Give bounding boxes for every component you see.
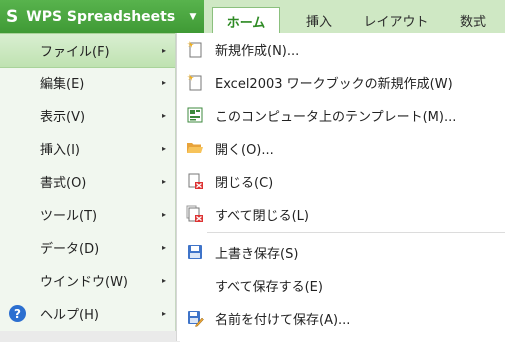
close-document-icon xyxy=(188,173,203,189)
menu-item-label: ウインドウ(W) xyxy=(40,275,128,290)
new-workbook-icon xyxy=(187,74,202,91)
submenu-arrow-icon: ▸ xyxy=(161,78,166,87)
menu-item-label: ヘルプ(H) xyxy=(40,308,99,323)
file-submenu: 新規作成(N)... Excel2003 ワークブックの新規作成(W) このコン… xyxy=(176,33,505,341)
submenu-arrow-icon: ▸ xyxy=(161,46,166,55)
menu-item-label: 書式(O) xyxy=(40,176,87,191)
menu-item-label: ファイル(F) xyxy=(40,45,110,60)
tab-insert[interactable]: 挿入 xyxy=(290,7,348,33)
title-bar: S WPS Spreadsheets ▼ ホーム 挿入 レイアウト 数式 xyxy=(0,0,505,34)
submenu-item-save[interactable]: 上書き保存(S) xyxy=(177,236,505,269)
tab-layout[interactable]: レイアウト xyxy=(356,7,436,33)
submenu-item-label: 開く(O)... xyxy=(215,143,274,158)
app-menu-button[interactable]: S WPS Spreadsheets ▼ xyxy=(0,0,204,33)
submenu-item-label: 上書き保存(S) xyxy=(215,247,299,262)
submenu-arrow-icon: ▸ xyxy=(161,243,166,252)
menu-item-file[interactable]: ファイル(F) ▸ xyxy=(0,33,175,68)
template-icon xyxy=(187,107,203,123)
new-file-icon xyxy=(187,41,202,58)
submenu-arrow-icon: ▸ xyxy=(161,309,166,318)
submenu-item-label: 新規作成(N)... xyxy=(215,44,300,59)
submenu-arrow-icon: ▸ xyxy=(161,177,166,186)
menu-item-label: 挿入(I) xyxy=(40,143,80,158)
menu-item-label: 編集(E) xyxy=(40,77,85,92)
submenu-item-new-excel2003[interactable]: Excel2003 ワークブックの新規作成(W) xyxy=(177,66,505,99)
tab-formulas[interactable]: 数式 xyxy=(444,7,502,33)
submenu-item-new[interactable]: 新規作成(N)... xyxy=(177,33,505,66)
menu-separator xyxy=(207,232,505,233)
main-menu: ファイル(F) ▸ 編集(E) ▸ 表示(V) ▸ 挿入(I) ▸ 書式(O) … xyxy=(0,33,176,331)
submenu-arrow-icon: ▸ xyxy=(161,111,166,120)
submenu-item-close[interactable]: 閉じる(C) xyxy=(177,165,505,198)
submenu-arrow-icon: ▸ xyxy=(161,210,166,219)
chevron-down-icon[interactable]: ▼ xyxy=(182,4,204,29)
app-title: WPS Spreadsheets xyxy=(26,8,176,25)
submenu-item-open[interactable]: 開く(O)... xyxy=(177,132,505,165)
menu-item-view[interactable]: 表示(V) ▸ xyxy=(0,99,175,132)
tab-home[interactable]: ホーム xyxy=(212,7,280,34)
open-folder-icon xyxy=(187,143,203,153)
submenu-arrow-icon: ▸ xyxy=(161,276,166,285)
save-as-icon xyxy=(188,311,204,327)
save-icon xyxy=(188,245,202,259)
menu-item-data[interactable]: データ(D) ▸ xyxy=(0,231,175,264)
menu-item-label: データ(D) xyxy=(40,242,100,257)
submenu-item-save-all[interactable]: すべて保存する(E) xyxy=(177,269,505,302)
help-icon: ? xyxy=(9,305,26,322)
menu-item-insert[interactable]: 挿入(I) ▸ xyxy=(0,132,175,165)
menu-item-format[interactable]: 書式(O) ▸ xyxy=(0,165,175,198)
menu-item-edit[interactable]: 編集(E) ▸ xyxy=(0,66,175,99)
menu-item-label: 表示(V) xyxy=(40,110,86,125)
menu-item-help[interactable]: ? ヘルプ(H) ▸ xyxy=(0,297,175,330)
menu-item-label: ツール(T) xyxy=(40,209,98,224)
wps-logo-icon: S xyxy=(6,6,19,27)
submenu-item-label: Excel2003 ワークブックの新規作成(W) xyxy=(215,77,453,92)
submenu-item-templates[interactable]: このコンピュータ上のテンプレート(M)... xyxy=(177,99,505,132)
submenu-item-close-all[interactable]: すべて閉じる(L) xyxy=(177,198,505,231)
submenu-item-label: このコンピュータ上のテンプレート(M)... xyxy=(215,110,457,125)
submenu-item-label: 名前を付けて保存(A)... xyxy=(215,313,351,328)
submenu-arrow-icon: ▸ xyxy=(161,144,166,153)
menu-item-tools[interactable]: ツール(T) ▸ xyxy=(0,198,175,231)
submenu-item-label: すべて閉じる(L) xyxy=(215,209,309,224)
close-all-icon xyxy=(186,205,203,222)
menu-item-window[interactable]: ウインドウ(W) ▸ xyxy=(0,264,175,297)
submenu-item-label: 閉じる(C) xyxy=(215,176,274,191)
submenu-item-label: すべて保存する(E) xyxy=(215,280,323,295)
submenu-item-save-as[interactable]: 名前を付けて保存(A)... xyxy=(177,302,505,335)
